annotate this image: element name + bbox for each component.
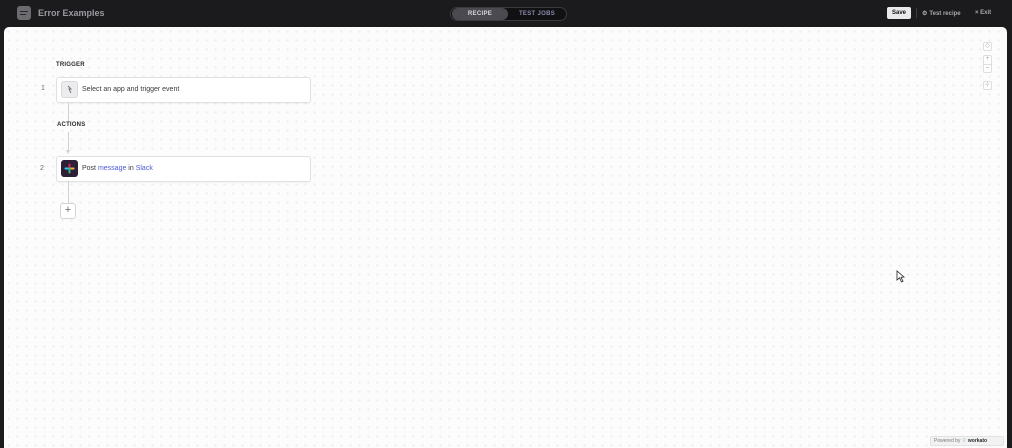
mouse-cursor-icon bbox=[896, 270, 905, 283]
actions-section-label: ACTIONS bbox=[57, 122, 86, 128]
recipe-title[interactable]: Error Examples bbox=[38, 8, 105, 18]
action-highlight-app[interactable]: Slack bbox=[136, 165, 153, 172]
arrow-down-icon bbox=[66, 150, 70, 154]
add-step-button[interactable]: + bbox=[60, 203, 76, 219]
connector-line bbox=[68, 132, 69, 151]
tab-test-jobs[interactable]: TEST JOBS bbox=[509, 8, 565, 20]
trigger-section-label: TRIGGER bbox=[56, 62, 85, 68]
view-toggle: RECIPE TEST JOBS bbox=[450, 7, 567, 21]
fit-icon[interactable]: ◇ bbox=[983, 42, 992, 51]
recenter-icon[interactable]: ⊹ bbox=[983, 81, 992, 90]
action-step-text: Post message in Slack bbox=[82, 165, 153, 172]
recipe-canvas[interactable]: TRIGGER 1 Select an app and trigger even… bbox=[4, 27, 1007, 448]
action-step-card[interactable]: Post message in Slack bbox=[56, 156, 311, 182]
trigger-step-card[interactable]: Select an app and trigger event bbox=[56, 77, 311, 103]
test-play-icon: ⚙ bbox=[922, 11, 928, 17]
exit-button[interactable]: × Exit bbox=[975, 10, 991, 16]
step-number: 1 bbox=[41, 85, 45, 92]
zoom-out-icon[interactable]: – bbox=[983, 64, 992, 73]
action-text-prefix: Post bbox=[82, 165, 98, 172]
test-recipe-button[interactable]: ⚙ Test recipe bbox=[922, 10, 961, 17]
connector-line bbox=[68, 181, 69, 203]
trigger-step-text: Select an app and trigger event bbox=[82, 86, 180, 93]
step-number: 2 bbox=[40, 165, 44, 172]
toolbar-divider bbox=[916, 8, 917, 18]
brand-label: workato bbox=[967, 438, 988, 444]
powered-by-label: Powered by bbox=[934, 438, 961, 444]
top-bar: Error Examples RECIPE TEST JOBS Save ⚙ Te… bbox=[0, 0, 1012, 27]
action-text-middle: in bbox=[126, 165, 136, 172]
zoom-in-icon[interactable]: + bbox=[983, 55, 992, 64]
tab-recipe[interactable]: RECIPE bbox=[452, 8, 508, 20]
trigger-bolt-icon bbox=[61, 81, 78, 98]
workato-logo-icon: ⌔ bbox=[961, 438, 967, 444]
exit-label: Exit bbox=[980, 10, 992, 16]
recipe-icon bbox=[17, 6, 31, 20]
save-button[interactable]: Save bbox=[887, 7, 911, 19]
connector-line bbox=[68, 102, 69, 122]
test-recipe-label: Test recipe bbox=[929, 11, 961, 17]
slack-icon bbox=[61, 160, 78, 177]
powered-by-badge[interactable]: Powered by ⌔ workato bbox=[930, 436, 1004, 446]
action-highlight-message[interactable]: message bbox=[98, 165, 126, 172]
